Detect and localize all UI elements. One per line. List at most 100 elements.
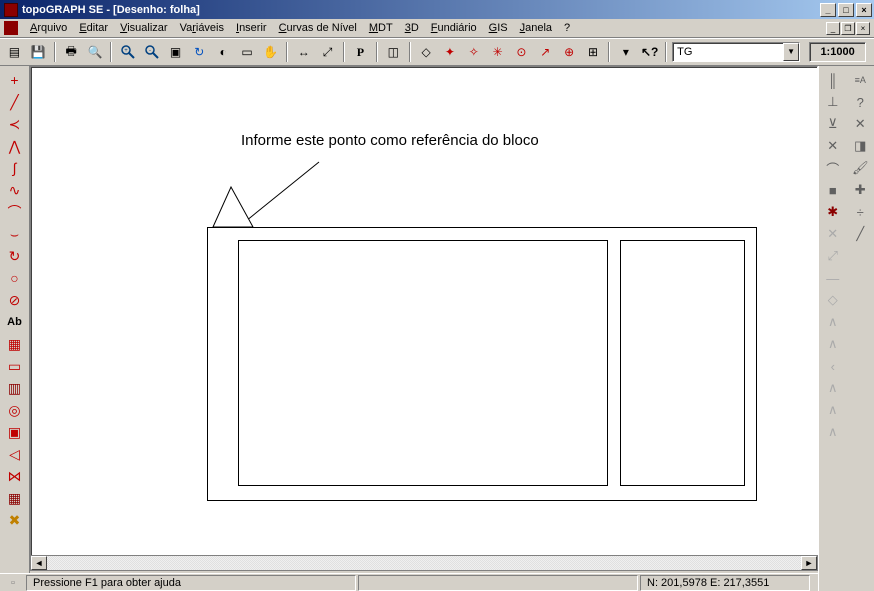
snap-1-icon[interactable]: ◇ bbox=[416, 41, 437, 63]
zoom-window-icon[interactable]: ▣ bbox=[165, 41, 186, 63]
rtool-cross-icon[interactable]: ✕ bbox=[822, 136, 844, 156]
rtool-x2-icon[interactable]: ✕ bbox=[849, 114, 871, 134]
zoom-rect-icon[interactable]: ▭ bbox=[237, 41, 258, 63]
svg-text:-: - bbox=[149, 48, 151, 54]
menu-fundiario[interactable]: Fundiário bbox=[425, 20, 483, 36]
close-button[interactable]: × bbox=[856, 3, 872, 17]
doc-icon[interactable] bbox=[4, 21, 18, 35]
circle2-tool-icon[interactable]: ⊘ bbox=[4, 290, 26, 310]
print-icon[interactable]: 🖶 bbox=[61, 41, 82, 63]
new-icon[interactable]: ▤ bbox=[4, 41, 25, 63]
circle-tool-icon[interactable]: ○ bbox=[4, 268, 26, 288]
flag-tool-icon[interactable]: ◁ bbox=[4, 444, 26, 464]
doc-minimize-button[interactable]: _ bbox=[826, 22, 840, 35]
scroll-right-icon[interactable]: ► bbox=[801, 556, 817, 570]
text-bold-icon[interactable]: P bbox=[350, 41, 371, 63]
help-pointer-icon[interactable]: ↖? bbox=[639, 41, 660, 63]
refresh-icon[interactable]: ↻ bbox=[189, 41, 210, 63]
rtool-d4-icon[interactable]: ◇ bbox=[822, 290, 844, 310]
preview-icon[interactable]: 🔍 bbox=[85, 41, 106, 63]
polyline-tool-icon[interactable]: ≺ bbox=[4, 114, 26, 134]
hatch-tool-icon[interactable]: ▦ bbox=[4, 334, 26, 354]
rtool-d1-icon[interactable]: ✕ bbox=[822, 224, 844, 244]
maximize-button[interactable]: □ bbox=[838, 3, 854, 17]
rtool-d7-icon[interactable]: ‹ bbox=[822, 356, 844, 376]
curve-tool-icon[interactable]: ∿ bbox=[4, 180, 26, 200]
snap-8-icon[interactable]: ⊞ bbox=[583, 41, 604, 63]
rtool-attrs-icon[interactable]: ≡A bbox=[849, 70, 871, 90]
doc-restore-button[interactable]: ❐ bbox=[841, 22, 855, 35]
point-tool-icon[interactable]: + bbox=[4, 70, 26, 90]
snap-3-icon[interactable]: ✧ bbox=[463, 41, 484, 63]
scroll-left-icon[interactable]: ◄ bbox=[31, 556, 47, 570]
menu-curvas[interactable]: Curvas de Nível bbox=[273, 20, 363, 36]
cancel-tool-icon[interactable]: ✖ bbox=[4, 510, 26, 530]
rtool-d9-icon[interactable]: ∧ bbox=[822, 400, 844, 420]
rtool-d5-icon[interactable]: ∧ bbox=[822, 312, 844, 332]
line-tool-icon[interactable]: ╱ bbox=[4, 92, 26, 112]
rtool-arc-icon[interactable]: ⌒ bbox=[822, 158, 844, 178]
grid-tool-icon[interactable]: ▦ bbox=[4, 488, 26, 508]
rtool-d3-icon[interactable]: — bbox=[822, 268, 844, 288]
zoom-in-icon[interactable]: + bbox=[117, 41, 138, 63]
drawing-canvas[interactable]: Informe este ponto como referência do bl… bbox=[30, 66, 818, 575]
rtool-star-icon[interactable]: ✱ bbox=[822, 202, 844, 222]
arc2-tool-icon[interactable]: ⌣ bbox=[4, 224, 26, 244]
layer-dropdown[interactable]: TG ▼ bbox=[672, 42, 800, 62]
menu-mdt[interactable]: MDT bbox=[363, 20, 399, 36]
rtool-d2-icon[interactable]: ⤢ bbox=[822, 246, 844, 266]
rtool-lines-icon[interactable]: ║ bbox=[822, 70, 844, 90]
tool-2-icon[interactable]: ⤢ bbox=[317, 41, 338, 63]
rtool-fill-icon[interactable]: ■ bbox=[822, 180, 844, 200]
link-tool-icon[interactable]: ⋈ bbox=[4, 466, 26, 486]
loop-tool-icon[interactable]: ↻ bbox=[4, 246, 26, 266]
rtool-d8-icon[interactable]: ∧ bbox=[822, 378, 844, 398]
svg-text:+: + bbox=[124, 48, 128, 54]
select-tool-icon[interactable]: ▣ bbox=[4, 422, 26, 442]
menu-visualizar[interactable]: Visualizar bbox=[114, 20, 174, 36]
rect-tool-icon[interactable]: ▭ bbox=[4, 356, 26, 376]
save-icon[interactable]: 💾 bbox=[28, 41, 49, 63]
doc-close-button[interactable]: × bbox=[856, 22, 870, 35]
menu-editar[interactable]: Editar bbox=[73, 20, 114, 36]
snap-5-icon[interactable]: ⊙ bbox=[511, 41, 532, 63]
rtool-paint-icon[interactable]: 🖌 bbox=[849, 158, 871, 178]
snap-7-icon[interactable]: ⊕ bbox=[559, 41, 580, 63]
pan-icon[interactable]: ✋ bbox=[260, 41, 281, 63]
menu-arquivo[interactable]: Arquivo bbox=[24, 20, 73, 36]
rtool-cross2-icon[interactable]: ✚ bbox=[849, 180, 871, 200]
zigzag-tool-icon[interactable]: ⋀ bbox=[4, 136, 26, 156]
ruler-tool-icon[interactable]: ▥ bbox=[4, 378, 26, 398]
menu-variaveis[interactable]: Variáveis bbox=[174, 20, 230, 36]
menu-3d[interactable]: 3D bbox=[399, 20, 425, 36]
text-tool-icon[interactable]: Ab bbox=[4, 312, 26, 332]
menu-janela[interactable]: Janela bbox=[514, 20, 558, 36]
spline-tool-icon[interactable]: ∫ bbox=[4, 158, 26, 178]
scroll-track[interactable] bbox=[47, 556, 801, 570]
rtool-d6-icon[interactable]: ∧ bbox=[822, 334, 844, 354]
arc-tool-icon[interactable]: ⌒ bbox=[4, 202, 26, 222]
layers-icon[interactable]: ◫ bbox=[383, 41, 404, 63]
menu-inserir[interactable]: Inserir bbox=[230, 20, 273, 36]
rtool-help-icon[interactable]: ? bbox=[849, 92, 871, 112]
minimize-button[interactable]: _ bbox=[820, 3, 836, 17]
menu-gis[interactable]: GIS bbox=[483, 20, 514, 36]
zoom-out-icon[interactable]: - bbox=[141, 41, 162, 63]
rtool-erase-icon[interactable]: ◨ bbox=[849, 136, 871, 156]
menu-ajuda[interactable]: ? bbox=[558, 20, 576, 36]
zoom-previous-icon[interactable]: ◐ bbox=[213, 41, 234, 63]
rtool-div-icon[interactable]: ÷ bbox=[849, 202, 871, 222]
horizontal-scrollbar[interactable]: ◄ ► bbox=[30, 555, 818, 571]
chevron-down-icon[interactable]: ▼ bbox=[783, 43, 799, 61]
snap-6-icon[interactable]: ↗ bbox=[535, 41, 556, 63]
rtool-anchor-icon[interactable]: ⊻ bbox=[822, 114, 844, 134]
target-tool-icon[interactable]: ◎ bbox=[4, 400, 26, 420]
rtool-perp-icon[interactable]: ⊥ bbox=[822, 92, 844, 112]
rtool-d10-icon[interactable]: ∧ bbox=[822, 422, 844, 442]
snap-2-icon[interactable]: ✦ bbox=[440, 41, 461, 63]
rtool-line2-icon[interactable]: ╱ bbox=[849, 224, 871, 244]
tool-1-icon[interactable]: ↔ bbox=[293, 41, 314, 63]
filter-icon[interactable]: ▾ bbox=[615, 41, 636, 63]
scale-display[interactable]: 1:1000 bbox=[809, 42, 866, 62]
snap-4-icon[interactable]: ✳ bbox=[487, 41, 508, 63]
